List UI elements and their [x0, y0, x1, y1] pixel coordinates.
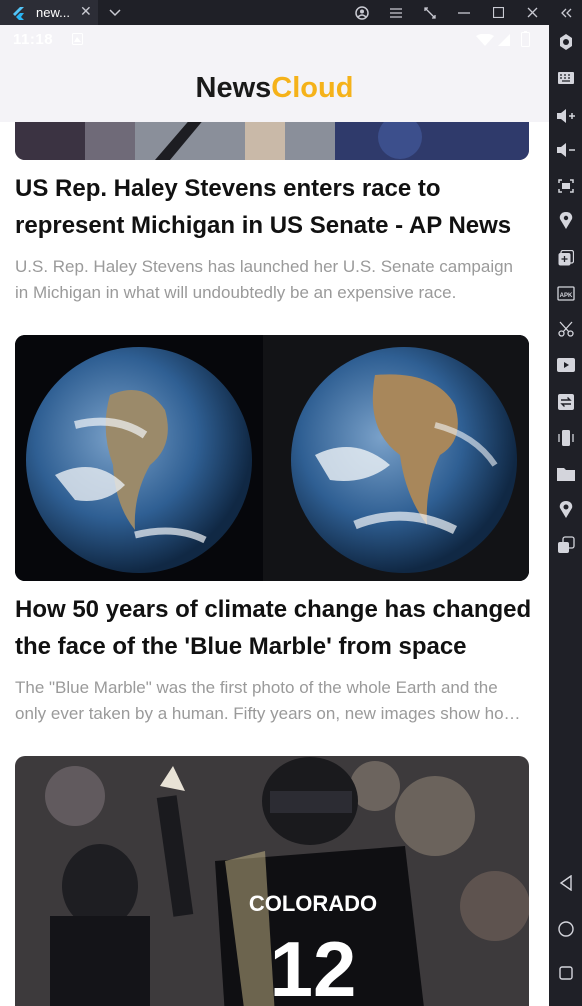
settings-icon[interactable]	[554, 30, 578, 54]
recents-icon[interactable]	[554, 961, 578, 985]
emulator-toolbar: APK	[549, 25, 582, 1006]
app-header: 11:18 NewsCloud	[0, 25, 549, 122]
jersey-text: COLORADO	[249, 891, 377, 916]
menu-icon[interactable]	[385, 0, 407, 25]
location-pin-icon[interactable]	[554, 209, 578, 233]
article-description-text: The "Blue Marble" was the first photo of…	[15, 678, 516, 723]
earth-photo	[15, 335, 529, 581]
article-description: U.S. Rep. Haley Stevens has launched her…	[15, 254, 529, 306]
shake-icon[interactable]	[554, 426, 578, 450]
folder-icon[interactable]	[554, 462, 578, 486]
football-player-photo: COLORADO 12	[15, 756, 529, 1006]
article-title-text: How 50 years of climate change has chang…	[15, 596, 532, 660]
article-title[interactable]: How 50 years of climate change has chang…	[15, 591, 535, 665]
news-feed[interactable]: US Rep. Haley Stevens enters race to rep…	[0, 122, 549, 1006]
phone-screen: 11:18 NewsCloud US Rep. Haley Stevens en	[0, 25, 549, 1006]
status-bar: 11:18	[0, 25, 549, 55]
article-description-text: U.S. Rep. Haley Stevens has launched her…	[15, 257, 514, 302]
video-icon[interactable]	[554, 353, 578, 377]
screenshot-icon[interactable]	[554, 174, 578, 198]
scissors-icon[interactable]	[554, 317, 578, 341]
app-title-cloud: Cloud	[271, 72, 354, 104]
account-icon[interactable]	[351, 0, 373, 25]
expand-icon[interactable]	[419, 0, 441, 25]
map-pin-icon[interactable]	[554, 498, 578, 522]
tab-dropdown-icon[interactable]	[104, 0, 126, 25]
jersey-number: 12	[270, 925, 357, 1006]
article-image[interactable]: COLORADO 12	[15, 756, 529, 1006]
volume-down-icon[interactable]	[554, 138, 578, 162]
collapse-sidebar-icon[interactable]	[555, 0, 577, 25]
apk-icon[interactable]: APK	[554, 281, 578, 305]
svg-text:APK: APK	[560, 293, 573, 299]
window-title-bar: new... ✕	[0, 0, 582, 25]
battery-icon	[521, 31, 530, 47]
signal-icon	[498, 34, 510, 46]
tab-title: new...	[36, 5, 70, 20]
article-description: The "Blue Marble" was the first photo of…	[15, 675, 529, 727]
article-title-text: US Rep. Haley Stevens enters race to rep…	[15, 175, 512, 239]
add-window-icon[interactable]	[554, 246, 578, 270]
politician-photo	[15, 122, 529, 160]
maximize-icon[interactable]	[487, 0, 509, 25]
app-title: NewsCloud	[0, 72, 549, 105]
close-icon[interactable]	[521, 0, 543, 25]
multi-window-icon[interactable]	[554, 533, 578, 557]
article-image[interactable]	[15, 335, 529, 581]
browser-tab[interactable]: new... ✕	[0, 0, 98, 25]
status-time: 11:18	[13, 31, 54, 48]
back-icon[interactable]	[554, 871, 578, 895]
minimize-icon[interactable]	[453, 0, 475, 25]
app-title-news: News	[195, 72, 272, 104]
sync-icon[interactable]	[554, 390, 578, 414]
flutter-icon	[13, 7, 24, 20]
home-icon[interactable]	[554, 917, 578, 941]
keyboard-icon[interactable]	[554, 66, 578, 90]
tab-close-icon[interactable]: ✕	[80, 3, 92, 20]
volume-up-icon[interactable]	[554, 104, 578, 128]
article-title[interactable]: US Rep. Haley Stevens enters race to rep…	[15, 170, 535, 244]
notification-icon	[72, 33, 83, 45]
article-image[interactable]	[15, 122, 529, 160]
wifi-icon	[476, 34, 494, 46]
